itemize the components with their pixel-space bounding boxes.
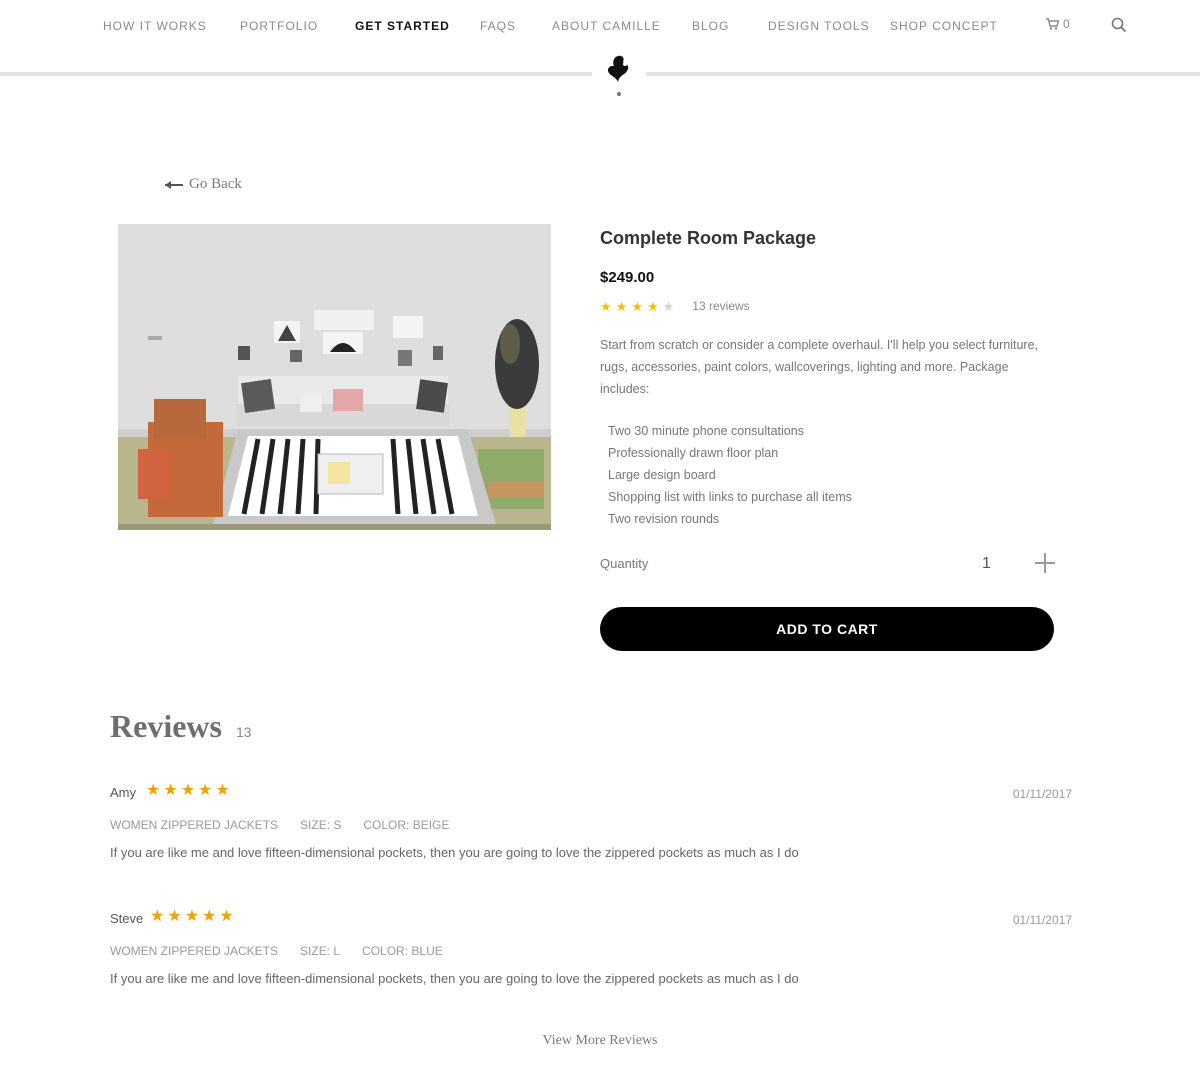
cart-count: 0: [1063, 17, 1070, 31]
reviewer-name: Steve: [110, 911, 144, 926]
feature-item: Professionally drawn floor plan: [608, 446, 779, 460]
review-product: WOMEN ZIPPERED JACKETS: [110, 944, 279, 958]
rating-stars: ★ ★ ★ ★ ★: [600, 300, 674, 313]
review-item: Amy ★ ★ ★ ★ ★ 01/11/2017 WOMEN ZIPPERED JACK…: [110, 783, 1072, 865]
nav-link-get-started[interactable]: GET STARTED: [355, 19, 450, 33]
feature-item: Two revision rounds: [608, 512, 720, 526]
go-back-label: Go Back: [189, 176, 242, 192]
feature-item: Two 30 minute phone consultations: [608, 424, 804, 438]
review-date: 01/11/2017: [1012, 913, 1072, 927]
star-icon: ★: [600, 298, 612, 314]
top-nav: HOW IT WORKS PORTFOLIO GET STARTED FAQS …: [0, 0, 1200, 56]
cart-icon: [1046, 18, 1059, 30]
review-color: COLOR: BEIGE: [363, 818, 450, 832]
review-meta: WOMEN ZIPPERED JACKETS SIZE: S COLOR: BE…: [110, 818, 449, 832]
star-icon: ★: [215, 782, 230, 799]
reviews-total: 13: [235, 724, 252, 740]
brand-logo[interactable]: [600, 52, 636, 102]
product-description: Start from scratch or consider a complet…: [600, 338, 1039, 396]
review-size: SIZE: L: [300, 944, 341, 958]
star-icon: ★: [150, 908, 165, 925]
review-product: WOMEN ZIPPERED JACKETS: [110, 818, 279, 832]
star-icon: ★: [615, 298, 628, 314]
star-icon: ★: [184, 908, 200, 925]
nav-link-faqs[interactable]: FAQS: [480, 19, 516, 33]
product-title: Complete Room Package: [600, 228, 817, 248]
nav-link-blog[interactable]: BLOG: [692, 19, 729, 33]
star-icon: ★: [631, 298, 643, 314]
review-color: COLOR: BLUE: [362, 944, 443, 958]
review-stars: ★ ★ ★ ★ ★: [146, 783, 230, 799]
star-icon: ★: [146, 782, 161, 799]
review-meta: WOMEN ZIPPERED JACKETS SIZE: L COLOR: BL…: [110, 944, 443, 958]
reviewer-name: Amy: [110, 785, 136, 800]
go-back-link[interactable]: Go Back: [165, 176, 242, 193]
nav-link-design-tools[interactable]: DESIGN TOOLS: [768, 19, 870, 33]
feature-item: Large design board: [608, 468, 716, 482]
view-more-reviews-link[interactable]: View More Reviews: [0, 1033, 1200, 1049]
review-size: SIZE: S: [300, 818, 342, 832]
star-icon: ★: [180, 782, 196, 799]
feature-list: Two 30 minute phone consultations Profes…: [608, 420, 852, 530]
cart-link[interactable]: 0: [1046, 17, 1070, 31]
star-icon: ★: [219, 908, 234, 925]
star-icon: ★: [646, 298, 659, 314]
header-divider-right: [646, 72, 1200, 76]
star-icon: ★: [167, 908, 182, 925]
star-icon: ★: [198, 782, 213, 799]
reviews-header: Reviews 13: [110, 708, 252, 745]
arrow-left-icon: [165, 180, 183, 189]
quantity-increase-icon[interactable]: [1032, 550, 1058, 576]
review-text: If you are like me and love fifteen-dime…: [110, 971, 799, 986]
star-icon: ★: [163, 782, 178, 799]
star-icon: ★: [662, 298, 675, 314]
quantity-label: Quantity: [600, 556, 649, 571]
product-price: $249.00: [600, 269, 655, 286]
review-count[interactable]: 13 reviews: [692, 299, 749, 313]
header-divider-left: [0, 72, 592, 76]
add-to-cart-button[interactable]: ADD TO CART: [600, 607, 1054, 651]
review-stars: ★ ★ ★ ★ ★: [150, 909, 234, 925]
reviews-title: Reviews: [110, 708, 222, 744]
nav-link-how-it-works[interactable]: HOW IT WORKS: [103, 19, 207, 33]
nav-link-about[interactable]: ABOUT CAMILLE: [552, 19, 661, 33]
product-image: [118, 224, 551, 530]
review-date: 01/11/2017: [1012, 787, 1072, 801]
nav-link-portfolio[interactable]: PORTFOLIO: [240, 19, 318, 33]
review-text: If you are like me and love fifteen-dime…: [110, 845, 799, 860]
review-item: Steve ★ ★ ★ ★ ★ 01/11/2017 WOMEN ZIPPERED JA…: [110, 909, 1072, 991]
feature-item: Shopping list with links to purchase all…: [608, 490, 852, 504]
star-icon: ★: [202, 908, 217, 925]
nav-link-shop-concept[interactable]: SHOP CONCEPT: [890, 19, 998, 33]
quantity-value[interactable]: 1: [982, 555, 991, 573]
search-icon[interactable]: [1110, 16, 1128, 34]
product-rating[interactable]: ★ ★ ★ ★ ★ 13 reviews: [600, 299, 750, 313]
